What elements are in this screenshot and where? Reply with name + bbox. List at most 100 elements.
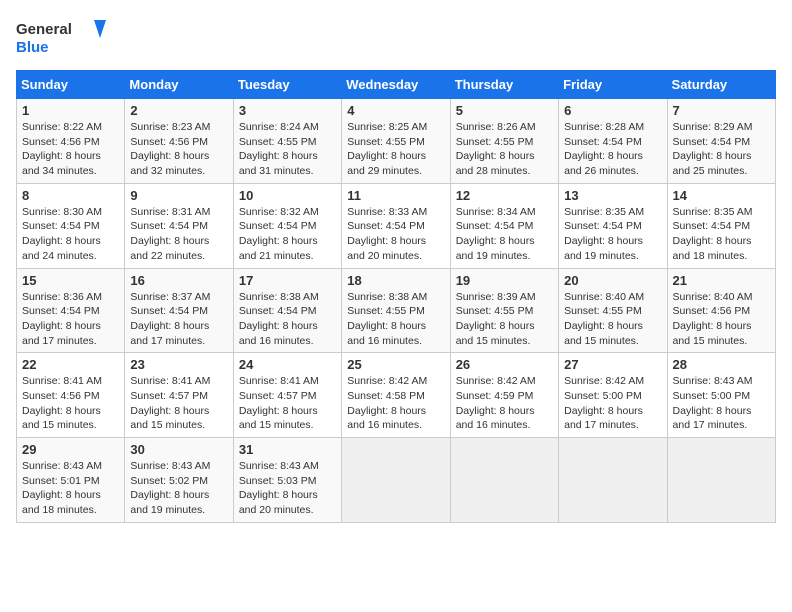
calendar-cell <box>450 438 558 523</box>
day-number: 29 <box>22 442 119 457</box>
day-number: 3 <box>239 103 336 118</box>
calendar-cell <box>342 438 450 523</box>
day-info: Sunrise: 8:35 AMSunset: 4:54 PMDaylight:… <box>673 205 770 264</box>
day-info: Sunrise: 8:22 AMSunset: 4:56 PMDaylight:… <box>22 120 119 179</box>
weekday-header: Thursday <box>450 71 558 99</box>
day-info: Sunrise: 8:37 AMSunset: 4:54 PMDaylight:… <box>130 290 227 349</box>
calendar-cell: 12 Sunrise: 8:34 AMSunset: 4:54 PMDaylig… <box>450 183 558 268</box>
day-info: Sunrise: 8:30 AMSunset: 4:54 PMDaylight:… <box>22 205 119 264</box>
day-info: Sunrise: 8:40 AMSunset: 4:56 PMDaylight:… <box>673 290 770 349</box>
day-info: Sunrise: 8:24 AMSunset: 4:55 PMDaylight:… <box>239 120 336 179</box>
calendar-cell <box>667 438 775 523</box>
calendar-cell: 30 Sunrise: 8:43 AMSunset: 5:02 PMDaylig… <box>125 438 233 523</box>
day-info: Sunrise: 8:43 AMSunset: 5:00 PMDaylight:… <box>673 374 770 433</box>
weekday-header: Friday <box>559 71 667 99</box>
calendar-cell <box>559 438 667 523</box>
day-info: Sunrise: 8:28 AMSunset: 4:54 PMDaylight:… <box>564 120 661 179</box>
day-info: Sunrise: 8:31 AMSunset: 4:54 PMDaylight:… <box>130 205 227 264</box>
day-number: 19 <box>456 273 553 288</box>
day-info: Sunrise: 8:32 AMSunset: 4:54 PMDaylight:… <box>239 205 336 264</box>
day-info: Sunrise: 8:26 AMSunset: 4:55 PMDaylight:… <box>456 120 553 179</box>
calendar-cell: 13 Sunrise: 8:35 AMSunset: 4:54 PMDaylig… <box>559 183 667 268</box>
calendar-cell: 18 Sunrise: 8:38 AMSunset: 4:55 PMDaylig… <box>342 268 450 353</box>
calendar-cell: 5 Sunrise: 8:26 AMSunset: 4:55 PMDayligh… <box>450 99 558 184</box>
day-number: 20 <box>564 273 661 288</box>
calendar-cell: 20 Sunrise: 8:40 AMSunset: 4:55 PMDaylig… <box>559 268 667 353</box>
day-info: Sunrise: 8:38 AMSunset: 4:55 PMDaylight:… <box>347 290 444 349</box>
calendar-cell: 28 Sunrise: 8:43 AMSunset: 5:00 PMDaylig… <box>667 353 775 438</box>
calendar-cell: 24 Sunrise: 8:41 AMSunset: 4:57 PMDaylig… <box>233 353 341 438</box>
weekday-header: Wednesday <box>342 71 450 99</box>
calendar-cell: 17 Sunrise: 8:38 AMSunset: 4:54 PMDaylig… <box>233 268 341 353</box>
day-info: Sunrise: 8:25 AMSunset: 4:55 PMDaylight:… <box>347 120 444 179</box>
day-number: 22 <box>22 357 119 372</box>
day-number: 21 <box>673 273 770 288</box>
day-number: 28 <box>673 357 770 372</box>
day-info: Sunrise: 8:40 AMSunset: 4:55 PMDaylight:… <box>564 290 661 349</box>
calendar-cell: 11 Sunrise: 8:33 AMSunset: 4:54 PMDaylig… <box>342 183 450 268</box>
logo: General Blue <box>16 16 106 58</box>
calendar-cell: 4 Sunrise: 8:25 AMSunset: 4:55 PMDayligh… <box>342 99 450 184</box>
svg-text:General: General <box>16 21 72 38</box>
calendar-cell: 25 Sunrise: 8:42 AMSunset: 4:58 PMDaylig… <box>342 353 450 438</box>
day-info: Sunrise: 8:42 AMSunset: 4:59 PMDaylight:… <box>456 374 553 433</box>
calendar-cell: 29 Sunrise: 8:43 AMSunset: 5:01 PMDaylig… <box>17 438 125 523</box>
weekday-header: Sunday <box>17 71 125 99</box>
day-info: Sunrise: 8:43 AMSunset: 5:02 PMDaylight:… <box>130 459 227 518</box>
day-number: 17 <box>239 273 336 288</box>
calendar-cell: 1 Sunrise: 8:22 AMSunset: 4:56 PMDayligh… <box>17 99 125 184</box>
calendar-table: SundayMondayTuesdayWednesdayThursdayFrid… <box>16 70 776 523</box>
day-number: 23 <box>130 357 227 372</box>
logo-svg: General Blue <box>16 16 106 58</box>
weekday-header: Monday <box>125 71 233 99</box>
day-number: 1 <box>22 103 119 118</box>
day-number: 8 <box>22 188 119 203</box>
calendar-cell: 8 Sunrise: 8:30 AMSunset: 4:54 PMDayligh… <box>17 183 125 268</box>
calendar-cell: 19 Sunrise: 8:39 AMSunset: 4:55 PMDaylig… <box>450 268 558 353</box>
day-info: Sunrise: 8:34 AMSunset: 4:54 PMDaylight:… <box>456 205 553 264</box>
day-number: 6 <box>564 103 661 118</box>
day-number: 9 <box>130 188 227 203</box>
day-number: 13 <box>564 188 661 203</box>
day-number: 25 <box>347 357 444 372</box>
day-info: Sunrise: 8:23 AMSunset: 4:56 PMDaylight:… <box>130 120 227 179</box>
day-number: 26 <box>456 357 553 372</box>
day-info: Sunrise: 8:41 AMSunset: 4:57 PMDaylight:… <box>130 374 227 433</box>
calendar-cell: 16 Sunrise: 8:37 AMSunset: 4:54 PMDaylig… <box>125 268 233 353</box>
day-number: 30 <box>130 442 227 457</box>
day-number: 4 <box>347 103 444 118</box>
day-number: 31 <box>239 442 336 457</box>
calendar-cell: 22 Sunrise: 8:41 AMSunset: 4:56 PMDaylig… <box>17 353 125 438</box>
day-number: 7 <box>673 103 770 118</box>
day-info: Sunrise: 8:39 AMSunset: 4:55 PMDaylight:… <box>456 290 553 349</box>
calendar-cell: 10 Sunrise: 8:32 AMSunset: 4:54 PMDaylig… <box>233 183 341 268</box>
day-info: Sunrise: 8:29 AMSunset: 4:54 PMDaylight:… <box>673 120 770 179</box>
day-info: Sunrise: 8:43 AMSunset: 5:03 PMDaylight:… <box>239 459 336 518</box>
day-number: 12 <box>456 188 553 203</box>
day-info: Sunrise: 8:38 AMSunset: 4:54 PMDaylight:… <box>239 290 336 349</box>
day-info: Sunrise: 8:41 AMSunset: 4:56 PMDaylight:… <box>22 374 119 433</box>
day-number: 10 <box>239 188 336 203</box>
calendar-cell: 9 Sunrise: 8:31 AMSunset: 4:54 PMDayligh… <box>125 183 233 268</box>
day-number: 5 <box>456 103 553 118</box>
day-number: 24 <box>239 357 336 372</box>
day-number: 18 <box>347 273 444 288</box>
calendar-cell: 23 Sunrise: 8:41 AMSunset: 4:57 PMDaylig… <box>125 353 233 438</box>
calendar-cell: 6 Sunrise: 8:28 AMSunset: 4:54 PMDayligh… <box>559 99 667 184</box>
day-number: 14 <box>673 188 770 203</box>
day-info: Sunrise: 8:42 AMSunset: 5:00 PMDaylight:… <box>564 374 661 433</box>
weekday-header: Saturday <box>667 71 775 99</box>
day-info: Sunrise: 8:33 AMSunset: 4:54 PMDaylight:… <box>347 205 444 264</box>
calendar-cell: 3 Sunrise: 8:24 AMSunset: 4:55 PMDayligh… <box>233 99 341 184</box>
day-info: Sunrise: 8:35 AMSunset: 4:54 PMDaylight:… <box>564 205 661 264</box>
day-info: Sunrise: 8:42 AMSunset: 4:58 PMDaylight:… <box>347 374 444 433</box>
weekday-header: Tuesday <box>233 71 341 99</box>
calendar-cell: 26 Sunrise: 8:42 AMSunset: 4:59 PMDaylig… <box>450 353 558 438</box>
calendar-cell: 21 Sunrise: 8:40 AMSunset: 4:56 PMDaylig… <box>667 268 775 353</box>
calendar-cell: 31 Sunrise: 8:43 AMSunset: 5:03 PMDaylig… <box>233 438 341 523</box>
calendar-cell: 15 Sunrise: 8:36 AMSunset: 4:54 PMDaylig… <box>17 268 125 353</box>
calendar-cell: 7 Sunrise: 8:29 AMSunset: 4:54 PMDayligh… <box>667 99 775 184</box>
day-info: Sunrise: 8:36 AMSunset: 4:54 PMDaylight:… <box>22 290 119 349</box>
day-number: 11 <box>347 188 444 203</box>
day-number: 27 <box>564 357 661 372</box>
